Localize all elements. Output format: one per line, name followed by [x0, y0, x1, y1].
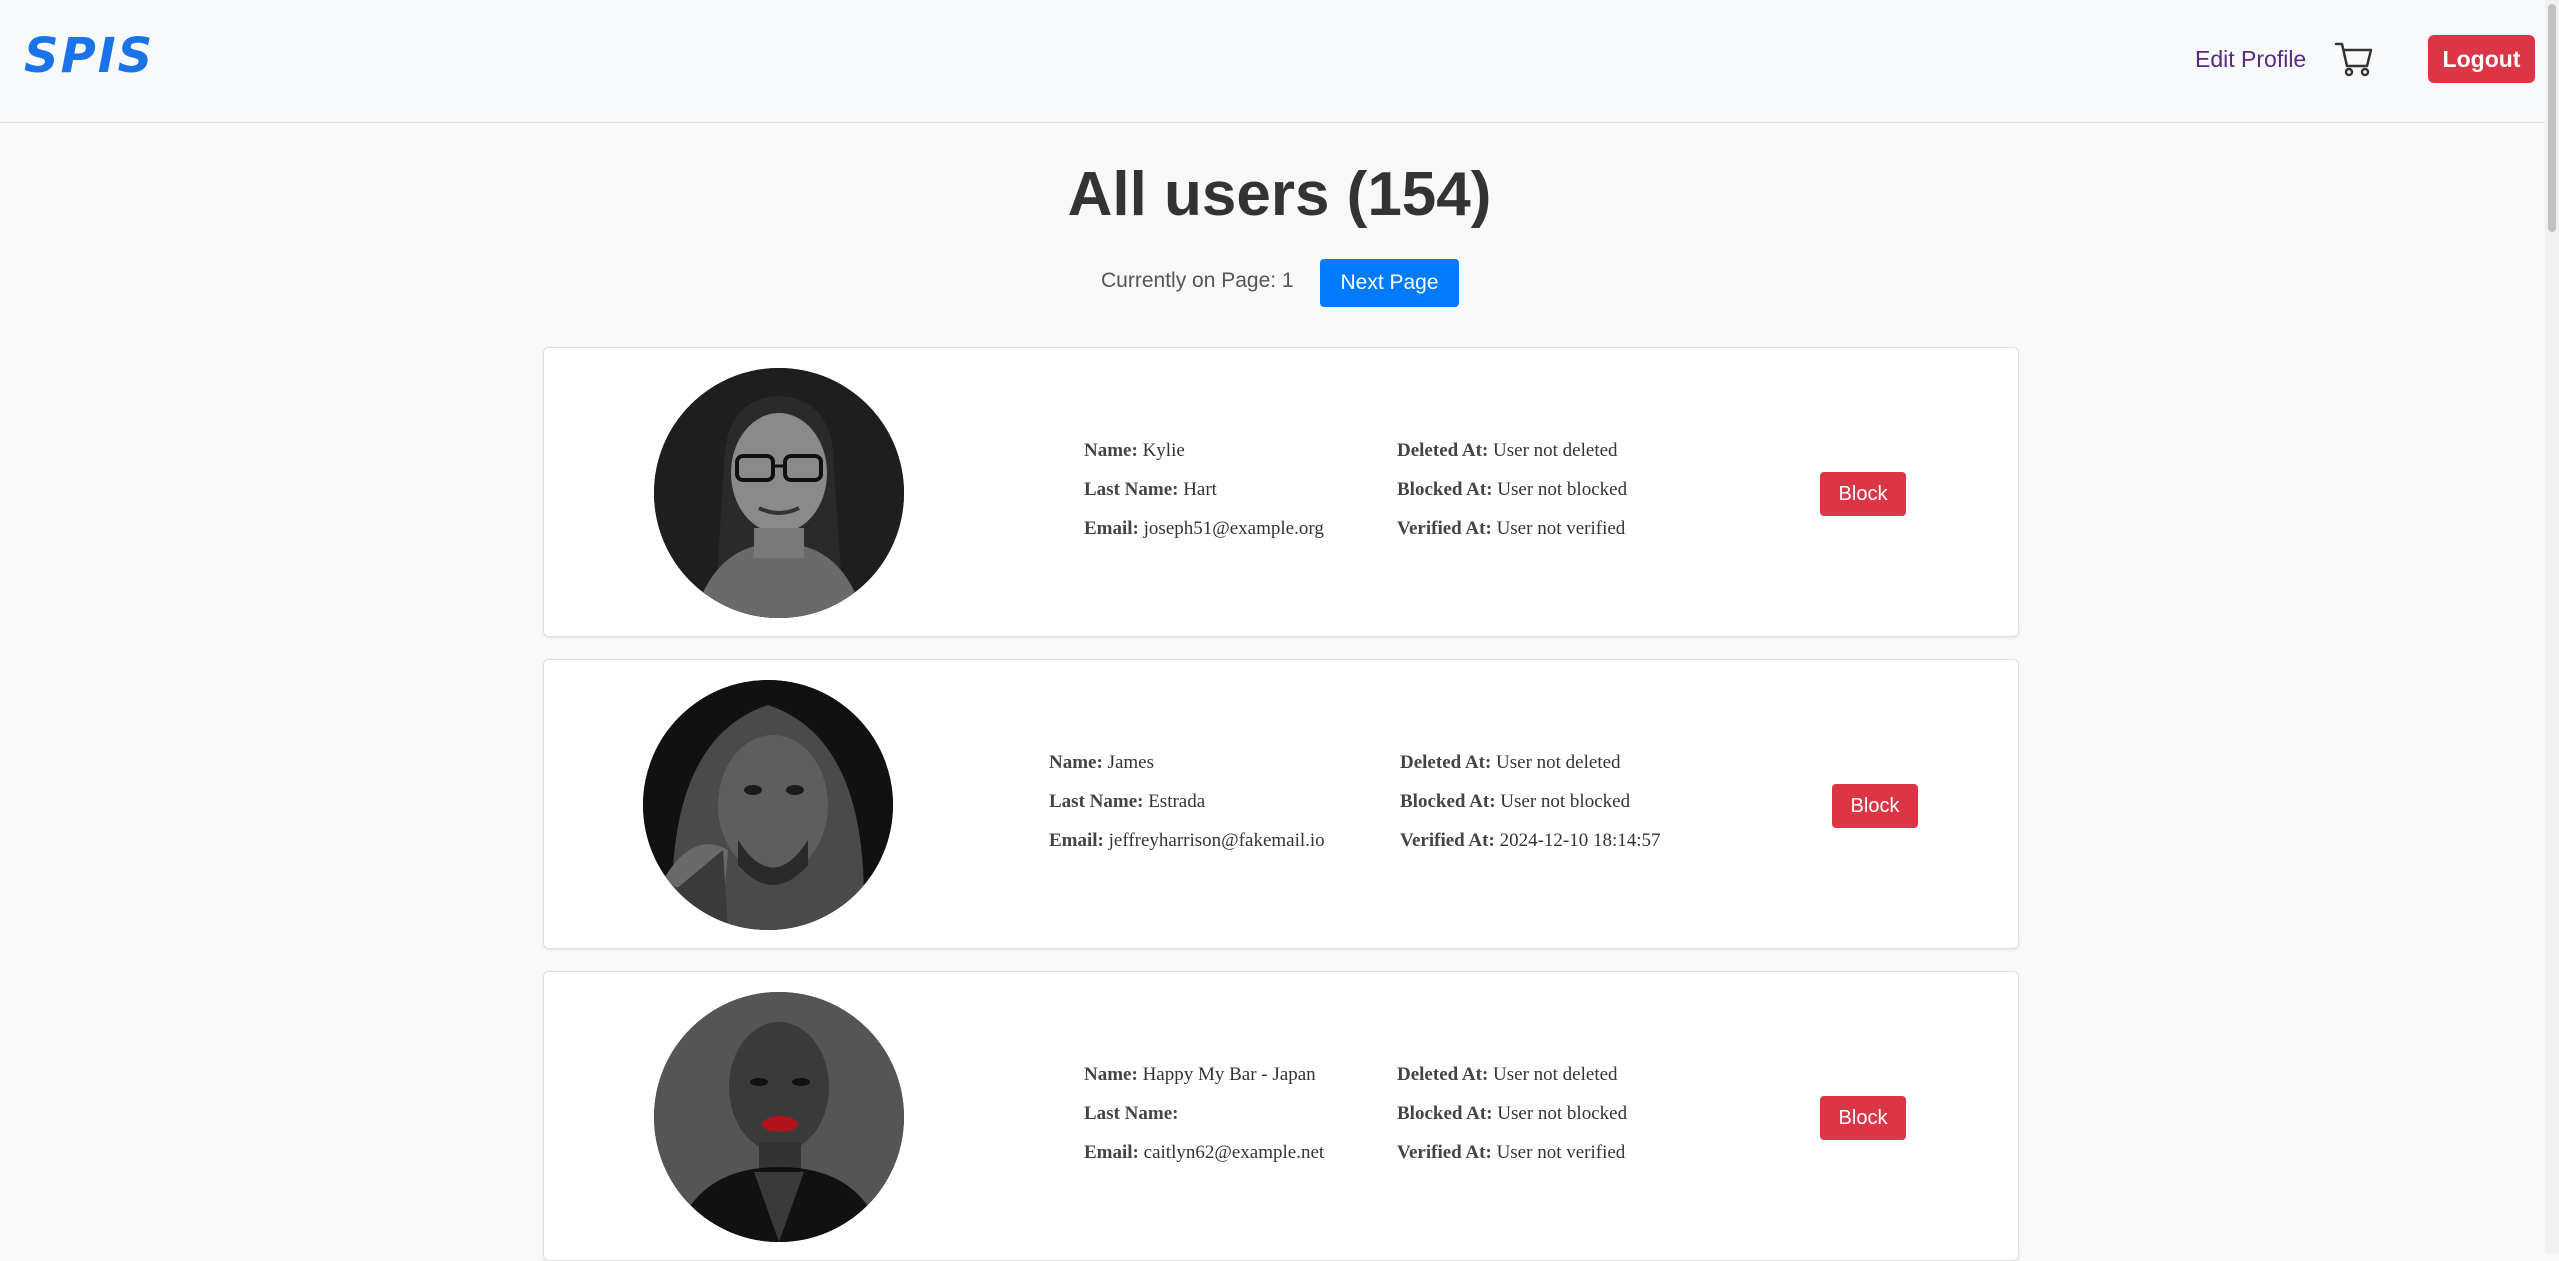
block-button[interactable]: Block	[1820, 472, 1906, 516]
last-name-row: Last Name: Hart	[1084, 477, 1324, 516]
verified-value: User not verified	[1496, 518, 1626, 539]
block-button[interactable]: Block	[1820, 1096, 1906, 1140]
user-email: caitlyn62@example.net	[1143, 1142, 1325, 1163]
user-info-primary: Name: Happy My Bar - Japan Last Name: Em…	[1084, 1062, 1324, 1179]
logout-button[interactable]: Logout	[2428, 35, 2535, 83]
email-row: Email: joseph51@example.org	[1084, 516, 1324, 555]
last-name-label: Last Name:	[1084, 479, 1179, 500]
user-last-name: Hart	[1183, 479, 1217, 500]
user-avatar	[654, 992, 904, 1242]
email-row: Email: caitlyn62@example.net	[1084, 1140, 1324, 1179]
verified-label: Verified At:	[1397, 518, 1492, 539]
verified-value: User not verified	[1496, 1142, 1626, 1163]
current-page-text: Currently on Page: 1	[1101, 269, 1294, 292]
name-row: Name: Kylie	[1084, 438, 1324, 477]
blocked-label: Blocked At:	[1400, 791, 1496, 812]
cart-icon[interactable]	[2334, 40, 2374, 78]
logo[interactable]: SPIS	[24, 26, 154, 86]
verified-value: 2024-12-10 18:14:57	[1499, 830, 1661, 851]
user-info-status: Deleted At: User not deleted Blocked At:…	[1397, 438, 1627, 555]
blocked-label: Blocked At:	[1397, 1103, 1493, 1124]
blocked-label: Blocked At:	[1397, 479, 1493, 500]
blocked-value: User not blocked	[1497, 479, 1628, 500]
user-name: James	[1107, 752, 1154, 773]
email-label: Email:	[1084, 1142, 1139, 1163]
name-row: Name: James	[1049, 750, 1325, 789]
blocked-row: Blocked At: User not blocked	[1397, 477, 1627, 516]
user-info-status: Deleted At: User not deleted Blocked At:…	[1400, 750, 1661, 867]
next-page-button[interactable]: Next Page	[1320, 259, 1459, 307]
blocked-value: User not blocked	[1500, 791, 1631, 812]
email-row: Email: jeffreyharrison@fakemail.io	[1049, 828, 1325, 867]
name-row: Name: Happy My Bar - Japan	[1084, 1062, 1324, 1101]
blocked-row: Blocked At: User not blocked	[1400, 789, 1661, 828]
user-email: jeffreyharrison@fakemail.io	[1108, 830, 1325, 851]
navbar: SPIS Edit Profile Logout	[0, 0, 2559, 123]
edit-profile-link[interactable]: Edit Profile	[2195, 44, 2306, 74]
user-card: Name: James Last Name: Estrada Email: je…	[543, 659, 2019, 949]
name-label: Name:	[1084, 1064, 1138, 1085]
deleted-value: User not deleted	[1496, 752, 1621, 773]
blocked-value: User not blocked	[1497, 1103, 1628, 1124]
verified-row: Verified At: User not verified	[1397, 1140, 1627, 1179]
user-card: Name: Kylie Last Name: Hart Email: josep…	[543, 347, 2019, 637]
last-name-row: Last Name:	[1084, 1101, 1324, 1140]
user-last-name: Estrada	[1148, 791, 1206, 812]
deleted-row: Deleted At: User not deleted	[1397, 1062, 1627, 1101]
verified-label: Verified At:	[1397, 1142, 1492, 1163]
deleted-label: Deleted At:	[1397, 1064, 1489, 1085]
user-info-primary: Name: Kylie Last Name: Hart Email: josep…	[1084, 438, 1324, 555]
user-email: joseph51@example.org	[1143, 518, 1324, 539]
user-avatar	[643, 680, 893, 930]
deleted-row: Deleted At: User not deleted	[1400, 750, 1661, 789]
verified-row: Verified At: 2024-12-10 18:14:57	[1400, 828, 1661, 867]
blocked-row: Blocked At: User not blocked	[1397, 1101, 1627, 1140]
deleted-row: Deleted At: User not deleted	[1397, 438, 1627, 477]
user-avatar	[654, 368, 904, 618]
email-label: Email:	[1049, 830, 1104, 851]
user-info-primary: Name: James Last Name: Estrada Email: je…	[1049, 750, 1325, 867]
deleted-label: Deleted At:	[1397, 440, 1489, 461]
name-label: Name:	[1084, 440, 1138, 461]
user-name: Happy My Bar - Japan	[1142, 1064, 1316, 1085]
page-title: All users (154)	[1067, 160, 1492, 229]
verified-label: Verified At:	[1400, 830, 1495, 851]
deleted-value: User not deleted	[1493, 1064, 1618, 1085]
deleted-value: User not deleted	[1493, 440, 1618, 461]
email-label: Email:	[1084, 518, 1139, 539]
last-name-label: Last Name:	[1049, 791, 1144, 812]
pager: Currently on Page: 1 Next Page	[0, 259, 2559, 307]
block-button[interactable]: Block	[1832, 784, 1918, 828]
deleted-label: Deleted At:	[1400, 752, 1492, 773]
user-name: Kylie	[1142, 440, 1185, 461]
user-info-status: Deleted At: User not deleted Blocked At:…	[1397, 1062, 1627, 1179]
name-label: Name:	[1049, 752, 1103, 773]
last-name-row: Last Name: Estrada	[1049, 789, 1325, 828]
last-name-label: Last Name:	[1084, 1103, 1179, 1124]
verified-row: Verified At: User not verified	[1397, 516, 1627, 555]
user-card: Name: Happy My Bar - Japan Last Name: Em…	[543, 971, 2019, 1261]
